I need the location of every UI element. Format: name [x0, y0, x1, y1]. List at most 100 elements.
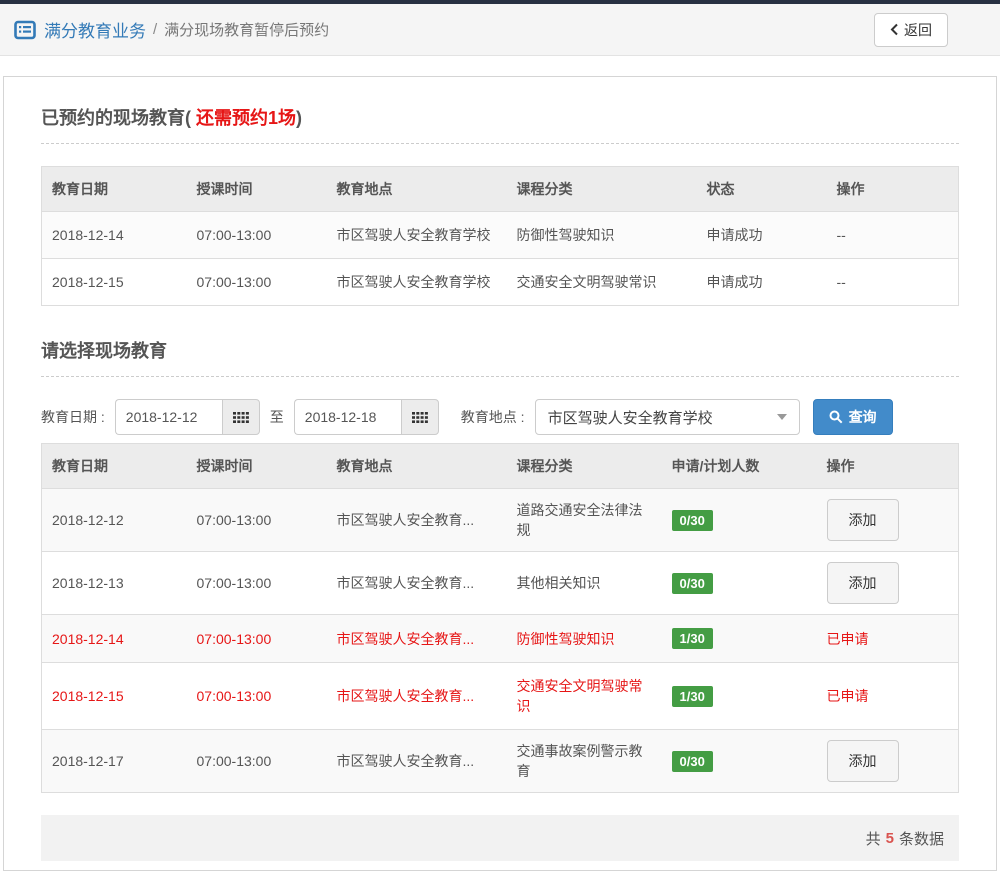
booked-table: 教育日期 授课时间 教育地点 课程分类 状态 操作 2018-12-14 07:… — [41, 166, 959, 306]
back-button-label: 返回 — [904, 21, 932, 38]
col-header-time: 授课时间 — [186, 443, 327, 489]
location-select[interactable]: 市区驾驶人安全教育学校 — [534, 399, 800, 435]
calendar-grid-icon[interactable] — [221, 399, 260, 435]
table-footer-total: 共 5 条数据 — [41, 815, 959, 861]
cell-location: 市区驾驶人安全教育... — [326, 488, 507, 552]
cell-time: 07:00-13:00 — [186, 488, 327, 552]
table-row: 2018-12-15 07:00-13:00 市区驾驶人安全教育学校 交通安全文… — [41, 258, 959, 306]
cell-category: 防御性驾驶知识 — [506, 614, 662, 663]
select-table-header-row: 教育日期 授课时间 教育地点 课程分类 申请/计划人数 操作 — [41, 443, 959, 489]
cell-time: 07:00-13:00 — [186, 662, 327, 730]
cell-category: 交通安全文明驾驶常识 — [506, 258, 697, 306]
list-alt-icon — [14, 20, 36, 40]
cell-status: 申请成功 — [696, 211, 827, 259]
breadcrumb-separator: / — [153, 21, 158, 38]
divider — [41, 143, 959, 144]
cell-status: 申请成功 — [696, 258, 827, 306]
count-badge: 0/30 — [671, 509, 713, 531]
main-panel: 已预约的现场教育( 还需预约1场) 教育日期 授课时间 教育地点 课程分类 状态… — [3, 76, 997, 871]
search-button-label: 查询 — [848, 409, 877, 425]
applied-status-text: 已申请 — [826, 688, 869, 704]
booked-table-header-row: 教育日期 授课时间 教育地点 课程分类 状态 操作 — [41, 166, 959, 212]
col-header-date: 教育日期 — [41, 166, 187, 212]
chevron-down-icon — [776, 414, 787, 420]
count-badge: 0/30 — [671, 750, 713, 772]
cell-action: 添加 — [816, 729, 959, 793]
cell-action: -- — [826, 211, 959, 259]
cell-category: 交通安全文明驾驶常识 — [506, 662, 662, 730]
booked-section-title: 已预约的现场教育( 还需预约1场) — [41, 104, 959, 130]
col-header-category: 课程分类 — [506, 443, 662, 489]
count-badge: 0/30 — [671, 572, 713, 594]
cell-location: 市区驾驶人安全教育学校 — [326, 258, 507, 306]
location-select-value: 市区驾驶人安全教育学校 — [547, 409, 713, 427]
total-suffix: 条数据 — [898, 830, 944, 848]
page-header: 满分教育业务 / 满分现场教育暂停后预约 返回 — [0, 4, 1000, 56]
cell-time: 07:00-13:00 — [186, 258, 327, 306]
date-from-input[interactable] — [114, 399, 222, 435]
cell-action: 添加 — [816, 551, 959, 615]
cell-time: 07:00-13:00 — [186, 614, 327, 663]
col-header-time: 授课时间 — [186, 166, 327, 212]
col-header-location: 教育地点 — [326, 166, 507, 212]
cell-date: 2018-12-17 — [41, 729, 187, 793]
booked-title-highlight: 还需预约1场 — [191, 108, 297, 128]
cell-action: -- — [826, 258, 959, 306]
table-row: 2018-12-17 07:00-13:00 市区驾驶人安全教育... 交通事故… — [41, 729, 959, 793]
cell-action: 已申请 — [816, 614, 959, 663]
add-button[interactable]: 添加 — [826, 499, 899, 541]
date-range-to-label: 至 — [269, 409, 284, 425]
cell-action: 已申请 — [816, 662, 959, 730]
booked-title-suffix: ) — [296, 108, 303, 128]
cell-count: 1/30 — [661, 662, 817, 730]
count-badge: 1/30 — [671, 685, 713, 707]
cell-category: 其他相关知识 — [506, 551, 662, 615]
table-row-applied: 2018-12-15 07:00-13:00 市区驾驶人安全教育... 交通安全… — [41, 662, 959, 730]
location-filter-label: 教育地点 : — [460, 409, 525, 425]
cell-count: 0/30 — [661, 729, 817, 793]
cell-date: 2018-12-13 — [41, 551, 187, 615]
cell-date: 2018-12-14 — [41, 211, 187, 259]
breadcrumb-current: 满分现场教育暂停后预约 — [164, 22, 330, 39]
cell-count: 0/30 — [661, 551, 817, 615]
add-button[interactable]: 添加 — [826, 562, 899, 604]
calendar-grid-icon[interactable] — [400, 399, 439, 435]
date-filter-label: 教育日期 : — [41, 409, 105, 425]
cell-date: 2018-12-12 — [41, 488, 187, 552]
total-count: 5 — [885, 829, 894, 847]
cell-location: 市区驾驶人安全教育... — [326, 662, 507, 730]
cell-location: 市区驾驶人安全教育... — [326, 551, 507, 615]
date-to-group — [293, 399, 439, 435]
select-section-title: 请选择现场教育 — [41, 341, 167, 361]
divider — [41, 376, 959, 377]
count-badge: 1/30 — [671, 628, 713, 649]
booked-title-text: 已预约的现场教育( — [41, 108, 191, 128]
add-button[interactable]: 添加 — [826, 740, 899, 782]
cell-date: 2018-12-14 — [41, 614, 187, 663]
table-row-applied: 2018-12-14 07:00-13:00 市区驾驶人安全教育... 防御性驾… — [41, 614, 959, 663]
search-icon — [829, 410, 842, 424]
col-header-action: 操作 — [816, 443, 959, 489]
col-header-date: 教育日期 — [41, 443, 187, 489]
cell-time: 07:00-13:00 — [186, 551, 327, 615]
cell-action: 添加 — [816, 488, 959, 552]
cell-time: 07:00-13:00 — [186, 729, 327, 793]
cell-date: 2018-12-15 — [41, 662, 187, 730]
cell-category: 防御性驾驶知识 — [506, 211, 697, 259]
cell-location: 市区驾驶人安全教育... — [326, 614, 507, 663]
col-header-action: 操作 — [826, 166, 959, 212]
search-button[interactable]: 查询 — [812, 399, 893, 435]
date-to-input[interactable] — [293, 399, 401, 435]
col-header-count: 申请/计划人数 — [661, 443, 817, 489]
table-row: 2018-12-12 07:00-13:00 市区驾驶人安全教育... 道路交通… — [41, 488, 959, 552]
table-row: 2018-12-14 07:00-13:00 市区驾驶人安全教育学校 防御性驾驶… — [41, 211, 959, 259]
cell-category: 交通事故案例警示教育 — [506, 729, 662, 793]
cell-location: 市区驾驶人安全教育学校 — [326, 211, 507, 259]
col-header-location: 教育地点 — [326, 443, 507, 489]
col-header-category: 课程分类 — [506, 166, 697, 212]
cell-count: 0/30 — [661, 488, 817, 552]
back-button[interactable]: 返回 — [874, 12, 948, 47]
breadcrumb-section-link[interactable]: 满分教育业务 — [44, 17, 146, 42]
total-prefix: 共 — [865, 830, 881, 848]
cell-count: 1/30 — [661, 614, 817, 663]
